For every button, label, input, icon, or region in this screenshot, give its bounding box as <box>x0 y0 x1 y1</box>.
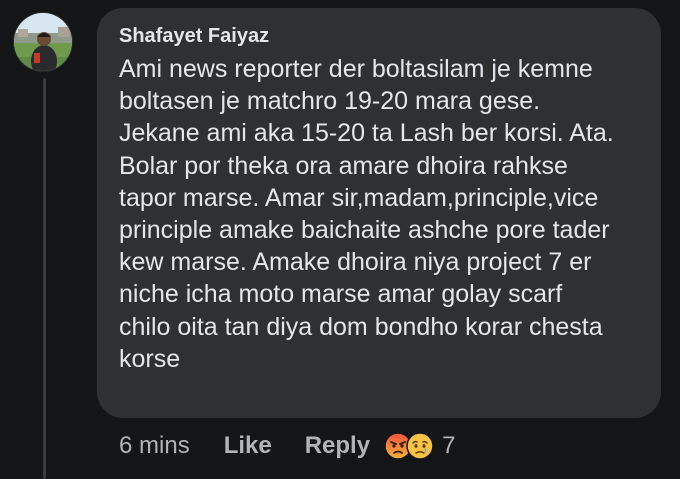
reply-button[interactable]: Reply <box>305 432 370 460</box>
comment-line: niche icha moto marse amar golay scarf <box>119 280 563 309</box>
sad-emoji-icon <box>406 432 434 460</box>
comment-line: kew marse. Amake dhoira niya project 7 e… <box>119 248 592 277</box>
comment-line: korse <box>119 344 181 373</box>
comment-bubble: Shafayet Faiyaz Ami news reporter der bo… <box>97 8 661 418</box>
avatar[interactable] <box>13 12 73 72</box>
reaction-count[interactable]: 7 <box>442 432 455 460</box>
reactions-summary[interactable] <box>384 432 434 460</box>
timestamp[interactable]: 6 mins <box>119 432 190 460</box>
thread-line <box>43 78 46 479</box>
comment-line: boltasen je matchro 19-20 mara gese. <box>119 87 541 116</box>
avatar-photo <box>14 13 72 71</box>
author-name[interactable]: Shafayet Faiyaz <box>119 24 641 48</box>
comment-line: Bolar por theka ora amare dhoira rahkse <box>119 151 568 180</box>
like-button[interactable]: Like <box>224 432 272 460</box>
comment-line: Ami news reporter der boltasilam je kemn… <box>119 55 593 83</box>
comment-body: Ami news reporter der boltasilam je kemn… <box>119 53 641 375</box>
comment-actions: 6 mins Like Reply 7 <box>119 428 455 464</box>
comment-line: chilo oita tan diya dom bondho korar che… <box>119 312 603 341</box>
comment-line: Jekane ami aka 15-20 ta Lash ber korsi. … <box>119 119 614 148</box>
comment-line: tapor marse. Amar sir,madam,principle,vi… <box>119 183 599 212</box>
comment-line: principle amake baichaite ashche pore ta… <box>119 216 610 245</box>
